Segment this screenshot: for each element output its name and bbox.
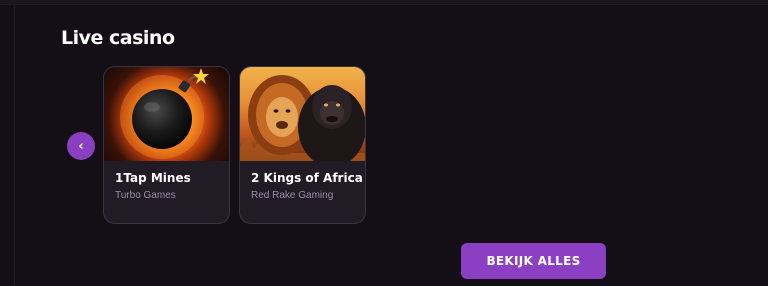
game-card-1tap-mines[interactable]: 1Tap Mines Turbo Games — [103, 66, 230, 224]
chevron-left-icon: ‹ — [78, 138, 84, 154]
bomb-explosion-art — [120, 68, 209, 159]
game-provider: Red Rake Gaming — [251, 190, 334, 201]
carousel-prev-button[interactable]: ‹ — [67, 132, 95, 160]
top-divider — [0, 0, 768, 5]
view-all-button[interactable]: BEKIJK ALLES — [461, 243, 606, 279]
left-divider — [14, 5, 15, 286]
game-thumbnail — [240, 67, 365, 161]
section-title: Live casino — [61, 27, 175, 49]
game-provider: Turbo Games — [115, 190, 176, 201]
game-thumbnail — [104, 67, 229, 161]
game-title: 2 Kings of Africa — [251, 171, 363, 185]
game-title: 1Tap Mines — [115, 171, 191, 185]
lion-and-gorilla-art — [240, 75, 365, 161]
live-casino-section: Live casino ‹ 1Tap Mines Turbo Games 2 K… — [0, 0, 768, 286]
game-card-2-kings-of-africa[interactable]: 2 Kings of Africa Red Rake Gaming — [239, 66, 366, 224]
